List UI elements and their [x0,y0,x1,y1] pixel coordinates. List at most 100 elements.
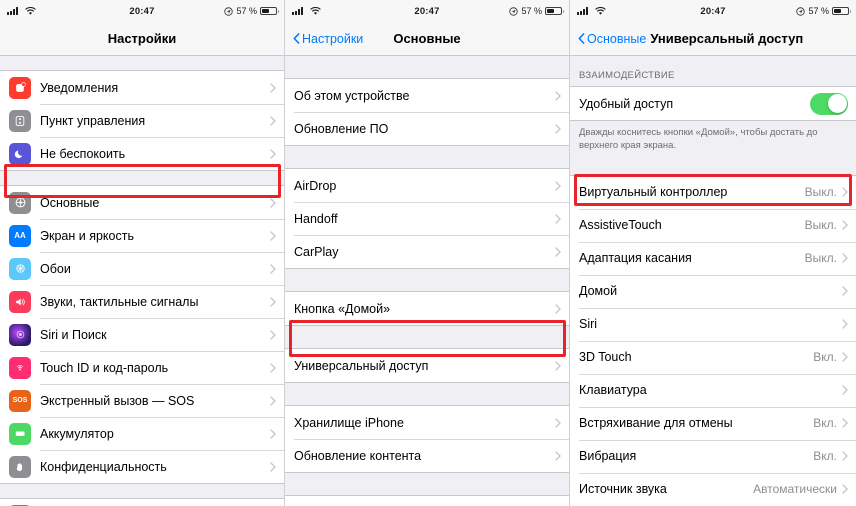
list-item-accessibility[interactable]: Универсальный доступ [285,349,569,382]
list-item-iphone-storage[interactable]: Хранилище iPhone [285,406,569,439]
list-item-siri-acc[interactable]: Siri [570,307,856,341]
sidebar-item-label: Touch ID и код-пароль [40,360,169,375]
settings-list[interactable]: Уведомления Пункт управления Не беспокои… [0,56,284,506]
battery-percent-label: 57 % [236,6,257,16]
list-item-reachability[interactable]: Удобный доступ [570,87,856,120]
sidebar-item-siri-search[interactable]: Siri и Поиск [0,318,284,351]
list-item-label: Встряхивание для отмены [579,416,733,431]
chevron-right-icon [842,319,848,329]
chevron-right-icon [842,451,848,461]
settings-group-1: Уведомления Пункт управления Не беспокои… [0,70,284,171]
list-item-about[interactable]: Об этом устройстве [285,79,569,112]
list-item-switch-control[interactable]: Виртуальный контроллер Выкл. [570,175,856,209]
sidebar-item-itunes-app-store[interactable]: iTunes Store и App Store [0,499,284,506]
page-title: Универсальный доступ [650,31,804,46]
location-arrow-icon [509,6,519,16]
chevron-right-icon [842,385,848,395]
list-item-vibration[interactable]: Вибрация Вкл. [570,439,856,473]
chevron-right-icon [270,428,276,439]
list-item-label: 3D Touch [579,350,632,365]
sidebar-item-display-brightness[interactable]: AA Экран и яркость [0,219,284,252]
list-item-label: Хранилище iPhone [294,415,404,430]
list-item-carplay[interactable]: CarPlay [285,235,569,268]
status-bar: 20:47 57 % [570,0,856,22]
display-brightness-icon: AA [9,224,31,247]
chevron-right-icon [842,352,848,362]
list-item-handoff[interactable]: Handoff [285,202,569,235]
chevron-right-icon [270,82,276,93]
back-button[interactable]: Основные [578,32,646,46]
do-not-disturb-icon [9,142,31,165]
phone-screen-accessibility: 20:47 57 % Основные Универсальный доступ… [570,0,856,506]
list-item-home-button[interactable]: Кнопка «Домой» [285,292,569,325]
chevron-left-icon [293,33,300,44]
list-item-keyboard[interactable]: Клавиатура [570,373,856,407]
sidebar-item-label: Звуки, тактильные сигналы [40,294,199,309]
general-group-6: Ограничения Выкл. [285,495,569,506]
list-item-software-update[interactable]: Обновление ПО [285,112,569,145]
list-gap [0,484,284,498]
list-item-value: Выкл. [804,218,837,233]
phone-screen-settings: 20:47 57 % Настройки Уведомления Пункт у… [0,0,285,506]
section-header-interaction: ВЗАИМОДЕЙСТВИЕ [579,70,675,81]
sidebar-item-do-not-disturb[interactable]: Не беспокоить [0,137,284,170]
list-item-label: Вибрация [579,449,637,464]
sidebar-item-wallpaper[interactable]: Обои [0,252,284,285]
chevron-right-icon [270,115,276,126]
status-bar-right: 57 % [224,6,279,16]
siri-icon [9,323,31,346]
sidebar-item-general[interactable]: Основные [0,186,284,219]
general-list[interactable]: Об этом устройстве Обновление ПО AirDrop… [285,56,569,506]
list-item-call-audio-routing[interactable]: Источник звука Автоматически [570,472,856,506]
battery-icon [260,6,279,16]
list-item-touch-accommodations[interactable]: Адаптация касания Выкл. [570,241,856,275]
chevron-right-icon [555,123,561,134]
chevron-right-icon [842,253,848,263]
nav-bar-settings: Настройки [0,22,284,56]
list-item-value: Вкл. [813,350,837,365]
list-item-label: Обновление ПО [294,121,389,136]
sidebar-item-touch-id-passcode[interactable]: Touch ID и код-пароль [0,351,284,384]
wallpaper-icon [9,257,31,280]
chevron-right-icon [270,296,276,307]
reachability-toggle[interactable] [810,92,848,115]
list-gap [285,56,569,78]
list-item-3d-touch[interactable]: 3D Touch Вкл. [570,340,856,374]
sidebar-item-control-center[interactable]: Пункт управления [0,104,284,137]
back-button[interactable]: Настройки [293,32,363,46]
list-gap [285,326,569,348]
chevron-right-icon [555,213,561,224]
general-gear-icon [9,191,31,214]
accessibility-list[interactable]: ВЗАИМОДЕЙСТВИЕ Удобный доступ Дважды кос… [570,56,856,506]
list-item-label: Siri [579,317,598,332]
chevron-right-icon [270,329,276,340]
list-item-label: Универсальный доступ [294,358,429,373]
reachability-group: Удобный доступ [570,86,856,121]
list-item-label: AssistiveTouch [579,218,662,233]
sidebar-item-notifications[interactable]: Уведомления [0,71,284,104]
touch-id-icon [9,356,31,379]
three-phone-screenshots: 20:47 57 % Настройки Уведомления Пункт у… [0,0,856,506]
general-group-2: AirDrop Handoff CarPlay [285,168,569,269]
list-item-airdrop[interactable]: AirDrop [285,169,569,202]
chevron-right-icon [842,484,848,494]
sidebar-item-label: Экран и яркость [40,228,134,243]
location-arrow-icon [224,6,234,16]
sidebar-item-label: Не беспокоить [40,146,126,161]
sidebar-item-privacy[interactable]: Конфиденциальность [0,450,284,483]
sidebar-item-battery[interactable]: Аккумулятор [0,417,284,450]
chevron-right-icon [270,395,276,406]
list-item-background-refresh[interactable]: Обновление контента [285,439,569,472]
list-item-restrictions[interactable]: Ограничения Выкл. [285,496,569,506]
sidebar-item-label: Конфиденциальность [40,459,167,474]
battery-settings-icon [9,422,31,445]
sidebar-item-sounds-haptics[interactable]: Звуки, тактильные сигналы [0,285,284,318]
list-item-shake-to-undo[interactable]: Встряхивание для отмены Вкл. [570,406,856,440]
list-item-assistivetouch[interactable]: AssistiveTouch Выкл. [570,208,856,242]
location-arrow-icon [796,6,806,16]
sounds-haptics-icon [9,290,31,313]
list-item-home-button-acc[interactable]: Домой [570,274,856,308]
general-group-5: Хранилище iPhone Обновление контента [285,405,569,473]
sidebar-item-emergency-sos[interactable]: SOS Экстренный вызов — SOS [0,384,284,417]
list-item-label: CarPlay [294,244,339,259]
